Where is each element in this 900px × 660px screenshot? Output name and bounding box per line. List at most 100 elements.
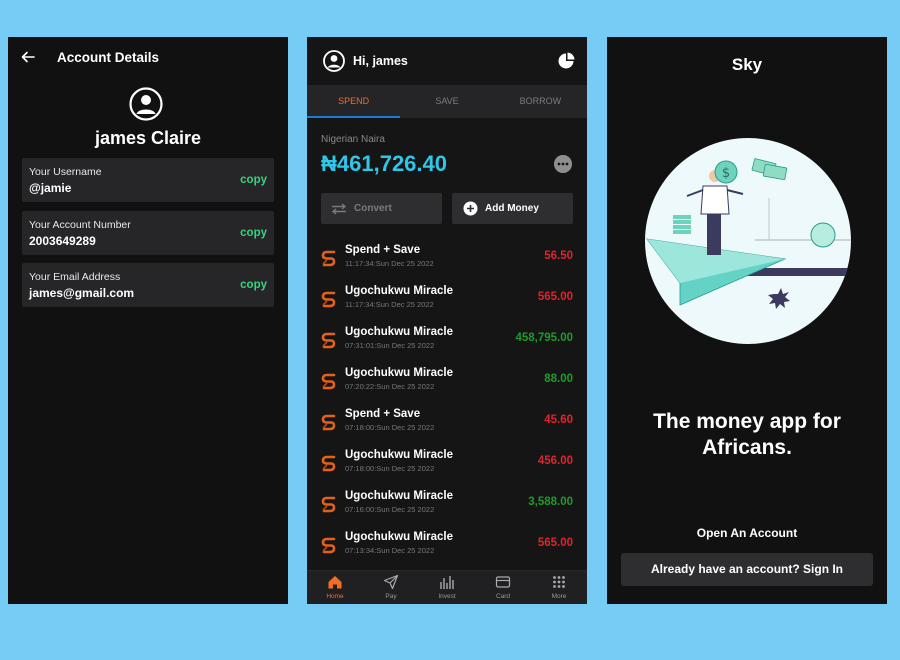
nav-home[interactable]: Home <box>307 571 363 604</box>
transaction-name: Ugochukwu Miracle <box>345 490 453 502</box>
balance-amount: ₦461,726.40 <box>321 151 447 176</box>
welcome-screen: Sky $ The money app for Africans. Open A… <box>607 37 887 604</box>
account-number-value: 2003649289 <box>29 234 96 248</box>
nav-invest[interactable]: Invest <box>419 571 475 604</box>
tab-spend[interactable]: SPEND <box>307 85 401 118</box>
copy-email-button[interactable]: copy <box>240 279 267 291</box>
headline-line-1: The money app for <box>653 410 841 433</box>
transaction-name: Ugochukwu Miracle <box>345 449 453 461</box>
transaction-name: Ugochukwu Miracle <box>345 531 453 543</box>
nav-pay-label: Pay <box>385 593 397 600</box>
nav-card[interactable]: Card <box>475 571 531 604</box>
transaction-amount: 45.60 <box>544 414 573 426</box>
send-icon <box>383 574 399 590</box>
transaction-row[interactable]: Ugochukwu Miracle 11:17:34:Sun Dec 25 202… <box>307 281 587 322</box>
transaction-row[interactable]: Spend + Save 11:17:34:Sun Dec 25 2022 56.5… <box>307 240 587 281</box>
transaction-time: 07:13:34:Sun Dec 25 2022 <box>345 546 435 555</box>
sky-logo-icon <box>321 496 336 513</box>
back-arrow-icon[interactable] <box>21 50 35 64</box>
bottom-nav: Home Pay Invest Card More <box>307 570 587 604</box>
copy-username-button[interactable]: copy <box>240 174 267 186</box>
transaction-row[interactable]: Spend + Save 07:18:00:Sun Dec 25 2022 45.6… <box>307 404 587 445</box>
transaction-time: 07:31:01:Sun Dec 25 2022 <box>345 341 435 350</box>
user-full-name: james Claire <box>94 128 202 148</box>
sky-logo-icon <box>321 537 336 554</box>
transaction-amount: 456.00 <box>537 455 573 467</box>
sky-logo-icon <box>321 291 336 308</box>
email-label: Your Email Address <box>29 271 121 283</box>
sky-logo-icon <box>321 332 336 349</box>
wallet-tabs: SPEND SAVE BORROW <box>307 85 587 118</box>
more-options-icon[interactable] <box>554 155 572 173</box>
svg-text:$: $ <box>722 166 730 181</box>
username-value: @jamie <box>29 181 72 195</box>
transaction-name: Spend + Save <box>345 408 421 420</box>
transaction-time: 11:17:34:Sun Dec 25 2022 <box>345 259 434 268</box>
nav-card-label: Card <box>495 593 511 600</box>
page-title: Account Details <box>57 49 160 65</box>
grid-icon <box>553 576 565 588</box>
transaction-name: Ugochukwu Miracle <box>345 285 453 297</box>
transaction-amount: 565.00 <box>537 537 573 549</box>
swap-icon <box>331 202 347 215</box>
transaction-name: Spend + Save <box>345 244 421 256</box>
card-icon <box>495 576 511 588</box>
transaction-time: 07:20:22:Sun Dec 25 2022 <box>345 382 435 391</box>
plus-circle-icon <box>463 201 478 216</box>
account-number-card: Your Account Number 2003649289 copy <box>22 211 274 255</box>
nav-more[interactable]: More <box>531 571 587 604</box>
transaction-amount: 88.00 <box>544 373 573 385</box>
copy-account-number-button[interactable]: copy <box>240 227 267 239</box>
headline: The money app for Africans. <box>607 409 887 461</box>
tab-save[interactable]: SAVE <box>400 85 493 118</box>
account-number-label: Your Account Number <box>29 219 131 231</box>
headline-line-2: Africans. <box>702 436 792 459</box>
nav-home-label: Home <box>326 593 344 600</box>
sky-logo-icon <box>321 250 336 267</box>
transaction-amount: 3,588.00 <box>528 496 573 508</box>
convert-button[interactable]: Convert <box>321 193 442 224</box>
transaction-name: Ugochukwu Miracle <box>345 367 453 379</box>
header: Hi, james <box>323 50 575 72</box>
home-icon <box>328 576 342 589</box>
open-account-button[interactable]: Open An Account <box>607 526 887 540</box>
nav-more-label: More <box>551 593 567 600</box>
sky-logo-icon <box>321 414 336 431</box>
transaction-time: 07:16:00:Sun Dec 25 2022 <box>345 505 435 514</box>
account-details-screen: Account Details james Claire Your Userna… <box>8 37 288 604</box>
currency-label: Nigerian Naira <box>321 134 385 145</box>
profile-icon[interactable] <box>323 50 345 72</box>
transaction-row[interactable]: Ugochukwu Miracle 07:31:01:Sun Dec 25 202… <box>307 322 587 363</box>
email-card: Your Email Address james@gmail.com copy <box>22 263 274 307</box>
tab-borrow[interactable]: BORROW <box>494 85 587 118</box>
paper-plane-illustration: $ <box>645 138 851 344</box>
header: Account Details <box>21 48 278 66</box>
transaction-time: 07:18:00:Sun Dec 25 2022 <box>345 464 435 473</box>
transaction-row[interactable]: Ugochukwu Miracle 07:13:34:Sun Dec 25 202… <box>307 527 587 568</box>
add-money-label: Add Money <box>485 203 539 214</box>
transaction-time: 07:18:00:Sun Dec 25 2022 <box>345 423 435 432</box>
add-money-button[interactable]: Add Money <box>452 193 573 224</box>
username-card: Your Username @jamie copy <box>22 158 274 202</box>
bar-chart-icon <box>440 576 454 589</box>
email-value: james@gmail.com <box>29 286 135 300</box>
username-label: Your Username <box>29 166 102 178</box>
transaction-time: 11:17:34:Sun Dec 25 2022 <box>345 300 434 309</box>
sky-logo-icon <box>321 373 336 390</box>
transaction-row[interactable]: Ugochukwu Miracle 07:16:00:Sun Dec 25 202… <box>307 486 587 527</box>
app-name: Sky <box>731 55 763 74</box>
pie-chart-icon[interactable] <box>557 52 575 70</box>
transaction-amount: 565.00 <box>537 291 573 303</box>
transaction-amount: 458,795.00 <box>515 332 573 344</box>
transaction-name: Ugochukwu Miracle <box>345 326 453 338</box>
convert-label: Convert <box>354 203 392 214</box>
sign-in-button[interactable]: Already have an account? Sign In <box>621 553 873 586</box>
greeting: Hi, james <box>353 54 408 68</box>
transaction-amount: 56.50 <box>544 250 573 262</box>
transaction-row[interactable]: Ugochukwu Miracle 07:18:00:Sun Dec 25 202… <box>307 445 587 486</box>
nav-invest-label: Invest <box>438 593 456 600</box>
wallet-screen: Hi, james SPEND SAVE BORROW Nigerian Nai… <box>307 37 587 604</box>
sky-logo-icon <box>321 455 336 472</box>
transaction-row[interactable]: Ugochukwu Miracle 07:20:22:Sun Dec 25 202… <box>307 363 587 404</box>
nav-pay[interactable]: Pay <box>363 571 419 604</box>
